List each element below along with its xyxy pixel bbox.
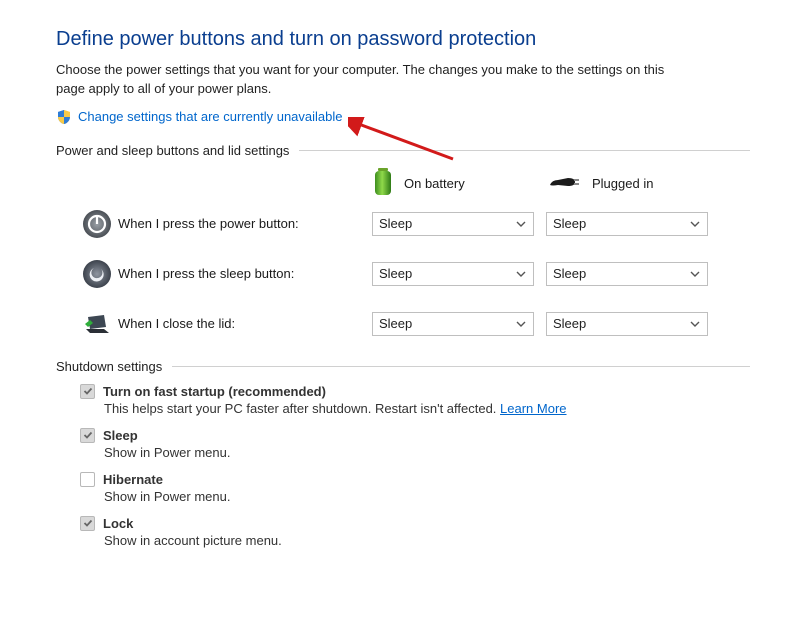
lock-title: Lock — [103, 516, 133, 531]
power-button-icon — [82, 209, 112, 239]
group-header-shutdown: Shutdown settings — [56, 359, 750, 374]
shutdown-item-lock: Lock Show in account picture menu. — [80, 516, 750, 548]
col-battery-label: On battery — [404, 176, 465, 191]
sleep-checkbox[interactable] — [80, 428, 95, 443]
shutdown-item-fast-startup: Turn on fast startup (recommended) This … — [80, 384, 750, 416]
chevron-down-icon — [689, 218, 701, 230]
chevron-down-icon — [689, 318, 701, 330]
sleep-title: Sleep — [103, 428, 138, 443]
hibernate-title: Hibernate — [103, 472, 163, 487]
shutdown-item-hibernate: Hibernate Show in Power menu. — [80, 472, 750, 504]
lock-desc: Show in account picture menu. — [104, 533, 750, 548]
fast-startup-desc: This helps start your PC faster after sh… — [104, 401, 500, 416]
battery-icon — [372, 168, 394, 199]
chevron-down-icon — [515, 218, 527, 230]
learn-more-link[interactable]: Learn More — [500, 401, 566, 416]
sleep-desc: Show in Power menu. — [104, 445, 750, 460]
divider — [299, 150, 750, 151]
sleep-plugged-dropdown[interactable]: Sleep — [546, 262, 708, 286]
lock-checkbox[interactable] — [80, 516, 95, 531]
fast-startup-checkbox[interactable] — [80, 384, 95, 399]
power-plugged-dropdown[interactable]: Sleep — [546, 212, 708, 236]
hibernate-desc: Show in Power menu. — [104, 489, 750, 504]
power-battery-dropdown[interactable]: Sleep — [372, 212, 534, 236]
plug-icon — [548, 173, 582, 194]
divider — [172, 366, 750, 367]
group-header-buttons: Power and sleep buttons and lid settings — [56, 143, 750, 158]
col-plugged-label: Plugged in — [592, 176, 653, 191]
page-subtitle: Choose the power settings that you want … — [56, 61, 696, 99]
chevron-down-icon — [515, 268, 527, 280]
sleep-plugged-value: Sleep — [553, 266, 586, 281]
lid-icon — [82, 309, 112, 339]
row-power-label: When I press the power button: — [112, 216, 372, 231]
sleep-battery-value: Sleep — [379, 266, 412, 281]
lid-plugged-value: Sleep — [553, 316, 586, 331]
hibernate-checkbox[interactable] — [80, 472, 95, 487]
sleep-button-icon — [82, 259, 112, 289]
change-settings-link[interactable]: Change settings that are currently unava… — [78, 109, 343, 124]
lid-plugged-dropdown[interactable]: Sleep — [546, 312, 708, 336]
fast-startup-title: Turn on fast startup (recommended) — [103, 384, 326, 399]
sleep-battery-dropdown[interactable]: Sleep — [372, 262, 534, 286]
row-sleep-label: When I press the sleep button: — [112, 266, 372, 281]
page-title: Define power buttons and turn on passwor… — [56, 28, 750, 51]
chevron-down-icon — [515, 318, 527, 330]
chevron-down-icon — [689, 268, 701, 280]
lid-battery-value: Sleep — [379, 316, 412, 331]
shutdown-item-sleep: Sleep Show in Power menu. — [80, 428, 750, 460]
power-battery-value: Sleep — [379, 216, 412, 231]
group-header-buttons-label: Power and sleep buttons and lid settings — [56, 143, 289, 158]
shield-icon — [56, 109, 72, 125]
row-lid-label: When I close the lid: — [112, 316, 372, 331]
lid-battery-dropdown[interactable]: Sleep — [372, 312, 534, 336]
power-plugged-value: Sleep — [553, 216, 586, 231]
group-header-shutdown-label: Shutdown settings — [56, 359, 162, 374]
